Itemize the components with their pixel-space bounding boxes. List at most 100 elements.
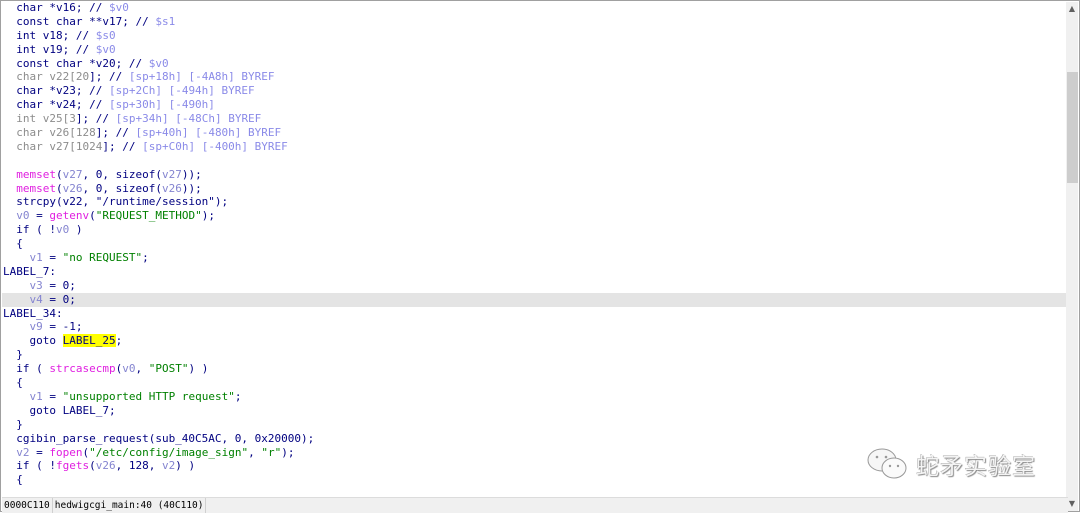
code-token: = -1; <box>42 320 83 334</box>
code-line[interactable]: memset(v27, 0, sizeof(v27)); <box>2 168 1068 182</box>
code-line[interactable]: v0 = getenv("REQUEST_METHOD"); <box>2 209 1068 223</box>
code-line[interactable]: strcpy(v22, "/runtime/session"); <box>2 195 1068 209</box>
pseudocode-view[interactable]: char *v16; // $v0 const char **v17; // $… <box>2 1 1068 496</box>
code-line[interactable]: { <box>2 376 1068 390</box>
code-token: = <box>29 445 50 459</box>
code-token: [sp+30h] [-490h] <box>108 98 215 112</box>
code-line[interactable]: } <box>2 348 1068 362</box>
code-token: ); <box>281 445 295 459</box>
code-token: cgibin_parse_request(sub_40C5AC, 0, 0x20… <box>3 431 315 445</box>
code-token: LABEL_34: <box>3 306 63 320</box>
code-line[interactable]: char *v16; // $v0 <box>2 1 1068 15</box>
code-token: [sp+34h] [-48Ch] BYREF <box>115 112 262 126</box>
code-token: LABEL_7: <box>3 264 56 278</box>
code-token: v0 <box>122 362 136 376</box>
code-line[interactable]: char *v23; // [sp+2Ch] [-494h] BYREF <box>2 84 1068 98</box>
code-token: $v0 <box>108 1 129 14</box>
code-line[interactable]: } <box>2 418 1068 432</box>
code-token: ; <box>142 251 149 265</box>
code-line[interactable]: int v25[3]; // [sp+34h] [-48Ch] BYREF <box>2 112 1068 126</box>
code-token: ]; // <box>89 70 129 84</box>
code-line[interactable]: cgibin_parse_request(sub_40C5AC, 0, 0x20… <box>2 432 1068 446</box>
code-line[interactable]: char v26[128]; // [sp+40h] [-480h] BYREF <box>2 126 1068 140</box>
code-token: ) ) <box>175 459 196 473</box>
code-token: getenv <box>49 209 90 223</box>
code-token: ( <box>89 209 96 223</box>
code-line[interactable]: const char **v17; // $s1 <box>2 15 1068 29</box>
code-token: v27 <box>62 167 83 181</box>
code-line[interactable]: if ( !v0 ) <box>2 223 1068 237</box>
code-token: = <box>29 209 50 223</box>
code-line[interactable]: const char *v20; // $v0 <box>2 57 1068 71</box>
code-line[interactable]: { <box>2 237 1068 251</box>
watermark: 蛇矛实验室 <box>866 446 1036 482</box>
code-line[interactable]: memset(v26, 0, sizeof(v26)); <box>2 182 1068 196</box>
code-line[interactable]: v1 = "no REQUEST"; <box>2 251 1068 265</box>
vertical-scrollbar[interactable]: ▲ ▼ <box>1066 2 1078 511</box>
code-token: v0 <box>16 209 30 223</box>
code-token: memset <box>16 181 56 195</box>
code-line[interactable]: if ( strcasecmp(v0, "POST") ) <box>2 362 1068 376</box>
code-line[interactable]: goto LABEL_25; <box>2 334 1068 348</box>
code-line[interactable]: v4 = 0; <box>2 292 1068 307</box>
code-token: v27 <box>161 167 182 181</box>
code-line[interactable]: LABEL_34: <box>2 307 1068 321</box>
code-line[interactable]: LABEL_7: <box>2 265 1068 279</box>
code-token: , 0, sizeof( <box>82 181 162 195</box>
code-token: strcpy(v22, "/runtime/session"); <box>3 195 229 209</box>
code-token: = 0; <box>42 278 76 292</box>
code-token: } <box>3 348 23 362</box>
code-token: const char *v20; // <box>3 56 149 70</box>
code-token: ( <box>56 181 63 195</box>
code-line[interactable]: char v27[1024]; // [sp+C0h] [-400h] BYRE… <box>2 140 1068 154</box>
code-line[interactable]: v3 = 0; <box>2 279 1068 293</box>
code-line[interactable]: int v18; // $s0 <box>2 29 1068 43</box>
code-token: v1 <box>29 251 43 265</box>
code-line[interactable]: int v19; // $v0 <box>2 43 1068 57</box>
wechat-icon <box>867 448 907 479</box>
code-token: $s1 <box>155 14 176 28</box>
code-token: ) <box>69 223 83 237</box>
code-line[interactable]: goto LABEL_7; <box>2 404 1068 418</box>
scrollbar-thumb[interactable] <box>1067 72 1078 183</box>
code-token: strcasecmp <box>49 362 116 376</box>
code-token: v4 <box>29 292 43 306</box>
code-token: char *v23; // <box>3 84 109 98</box>
code-token: ]; // <box>95 126 136 140</box>
code-line[interactable]: v1 = "unsupported HTTP request"; <box>2 390 1068 404</box>
code-token: , <box>248 445 262 459</box>
code-token: $v0 <box>148 56 169 70</box>
status-bar: 0000C110 hedwigcgi_main:40 (40C110) <box>2 497 1068 513</box>
code-token: v0 <box>55 223 70 237</box>
code-token: "POST" <box>148 362 189 376</box>
code-token: char v27[1024 <box>3 139 103 153</box>
code-token: [sp+C0h] [-400h] BYREF <box>142 139 288 153</box>
code-token: $v0 <box>95 42 116 56</box>
code-token: v2 <box>161 459 176 473</box>
chevron-up-icon[interactable]: ▲ <box>1066 2 1078 16</box>
code-token: [sp+2Ch] [-494h] BYREF <box>108 84 255 98</box>
code-line[interactable]: char v22[20]; // [sp+18h] [-4A8h] BYREF <box>2 70 1068 84</box>
code-token: char *v16; // <box>3 1 109 14</box>
code-token: } <box>3 417 23 431</box>
code-token: fgets <box>55 459 90 473</box>
code-token: $s0 <box>95 28 116 42</box>
code-line[interactable]: v9 = -1; <box>2 320 1068 334</box>
code-line[interactable]: char *v24; // [sp+30h] [-490h] <box>2 98 1068 112</box>
code-token: )); <box>181 181 202 195</box>
code-token: "unsupported HTTP request" <box>62 389 235 403</box>
code-token: ( <box>56 167 63 181</box>
code-token: if ( <box>3 362 50 376</box>
code-token: )); <box>181 167 202 181</box>
code-token: { <box>3 376 23 390</box>
code-line[interactable] <box>2 154 1068 168</box>
highlighted-token: LABEL_25 <box>62 334 116 348</box>
code-token: ; <box>115 334 123 348</box>
